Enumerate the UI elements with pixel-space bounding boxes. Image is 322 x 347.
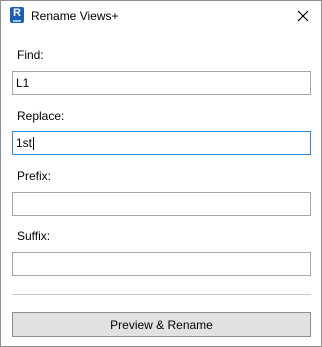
divider: [12, 294, 311, 295]
prefix-input[interactable]: [12, 192, 311, 216]
replace-label: Replace:: [17, 109, 65, 123]
find-input[interactable]: L1: [12, 71, 311, 95]
close-icon: [297, 10, 309, 22]
prefix-label: Prefix:: [17, 169, 52, 183]
suffix-input[interactable]: [12, 252, 311, 276]
window-title: Rename Views+: [31, 9, 119, 23]
suffix-label: Suffix:: [17, 229, 51, 243]
text-caret: [33, 137, 35, 151]
preview-rename-button[interactable]: Preview & Rename: [12, 312, 311, 337]
find-label: Find:: [17, 48, 44, 62]
preview-rename-label: Preview & Rename: [110, 317, 213, 332]
close-button[interactable]: [289, 3, 317, 29]
rename-views-dialog: R Rename Views+ Find: L1 Replace: 1st Pr…: [0, 0, 322, 347]
replace-input-value: 1st: [16, 136, 33, 150]
title-bar[interactable]: R Rename Views+: [1, 1, 321, 32]
find-input-value: L1: [16, 76, 30, 90]
revit-app-icon: R: [10, 7, 24, 23]
replace-input[interactable]: 1st: [12, 131, 311, 155]
